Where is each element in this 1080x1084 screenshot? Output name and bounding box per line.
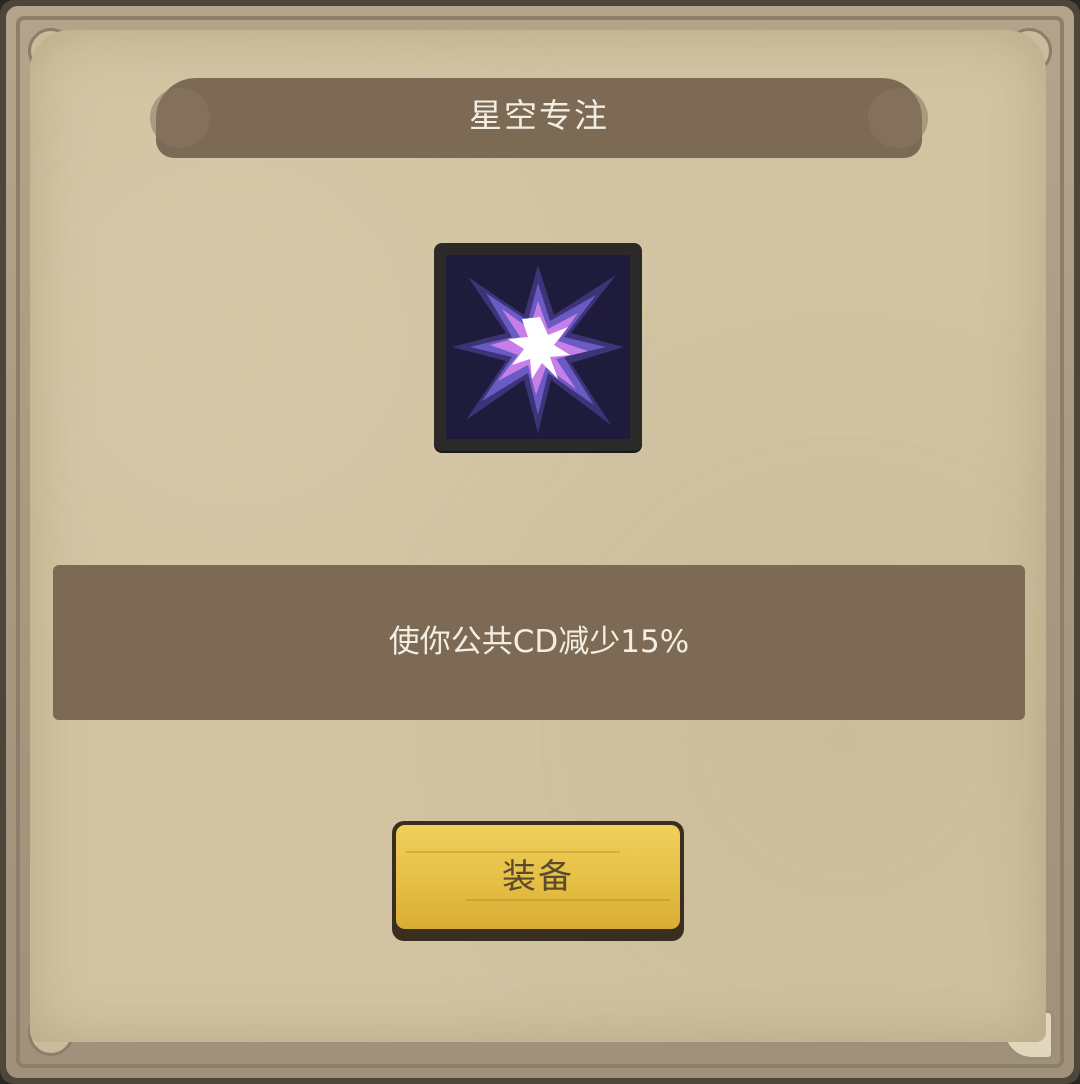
equip-button-face[interactable]: 装备 [396,825,680,929]
skill-icon-frame [434,243,642,451]
description-panel: 使你公共CD减少15% [53,565,1025,720]
equip-button-label: 装备 [502,857,574,897]
equip-button[interactable]: 装备 [392,821,684,941]
purple-starburst-icon [446,255,630,439]
title-banner: 星空专注 [150,78,928,158]
dialog-title: 星空专注 [469,96,609,135]
skill-description: 使你公共CD减少15% [388,624,690,660]
